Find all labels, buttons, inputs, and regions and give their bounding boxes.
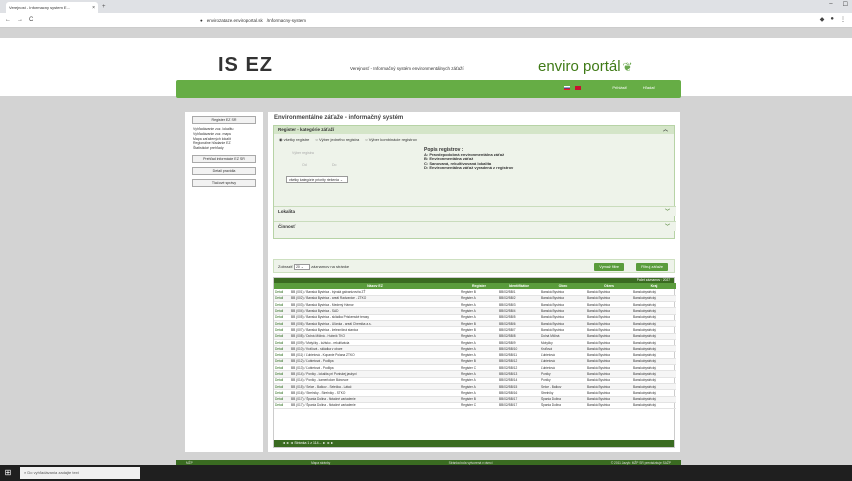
radio-combo-label: Výber kombinácie registrov	[368, 137, 417, 142]
table-cell: Špania Dolina	[540, 402, 586, 410]
url-path: /Informacny-system	[266, 18, 307, 23]
site-subtitle: Verejnosť - Informačný systém environmen…	[350, 66, 464, 71]
login-link[interactable]: Prihlásiť	[612, 85, 627, 90]
browser-tab-strip: Verejnost - Informacny system E... × + –…	[0, 0, 852, 13]
chevron-up-icon[interactable]: ︿	[663, 126, 668, 133]
chevron-down-icon[interactable]: ﹀	[665, 223, 670, 230]
radio-one[interactable]: ○ Výber jedného registra	[315, 137, 359, 142]
page-size-select[interactable]: 20 ⌄	[293, 264, 310, 270]
search-link[interactable]: Hľadať	[643, 85, 655, 90]
minimize-icon[interactable]: –	[829, 1, 832, 8]
green-nav-bar: Prihlásiť Hľadať	[176, 80, 681, 98]
page-size-suffix: záznamov na stránke	[311, 264, 350, 270]
sidebar: Register EZ SR Vyhľadávanie zoz. lokalit…	[185, 112, 263, 452]
tab-title: Verejnost - Informacny system E...	[9, 5, 70, 10]
taskbar: ⊞ ⌕ Do vyhľadávania zadajte text	[0, 465, 852, 481]
pagination[interactable]: ◄◄ ◄ Stránka 1 z 114... ► ►►	[274, 440, 674, 447]
close-tab-icon[interactable]: ×	[92, 5, 95, 11]
taskbar-search[interactable]: ⌕ Do vyhľadávania zadajte text	[20, 467, 140, 479]
radio-all-label: všetky registre	[283, 137, 310, 142]
filter-header-label: Register - kategórie záťaží	[278, 127, 335, 132]
nav-buttons: ← → C	[0, 17, 33, 23]
page-size-value: 20	[295, 265, 300, 269]
register-select-placeholder: Výber registra	[292, 151, 314, 155]
filter-header[interactable]: Register - kategórie záťaží ︿	[274, 126, 674, 134]
taskbar-search-text: Do vyhľadávania zadajte text	[27, 470, 79, 475]
sidebar-button[interactable]: Prehľad informácie EZ SR	[192, 154, 256, 163]
table-cell: Banskobystrický	[632, 402, 676, 410]
address-bar: ← → C ● envirozataze.enviroportal.sk/Inf…	[0, 13, 852, 28]
browser-actions: ◆ ● ⋮	[820, 16, 846, 23]
table-cell: Banská Bystrica	[586, 402, 632, 410]
to-placeholder: Do	[332, 163, 337, 167]
detail-link[interactable]: Detail	[274, 402, 290, 410]
results-table: Počet záznamov : 2027 Názov EZ Register Id…	[273, 277, 676, 448]
enviroportal-text: enviro portál	[538, 58, 621, 75]
table-body: Detail BB (001) / Banská Bystrica - býval…	[274, 289, 676, 410]
table-cell: BB (017) / Špania Dolina - flotačné zari…	[290, 402, 460, 410]
search-icon: ⌕	[24, 470, 27, 475]
priority-select[interactable]: všetky kategórie priority riešenia ⌄	[286, 176, 348, 183]
radio-one-label: Výber jedného registra	[318, 137, 360, 142]
priority-select-value: všetky kategórie priority riešenia	[289, 178, 339, 182]
back-icon[interactable]: ←	[5, 17, 11, 23]
sidebar-button[interactable]: Detail pravidla	[192, 166, 256, 175]
url-host: envirozataze.enviroportal.sk	[206, 18, 263, 23]
url-field[interactable]: ● envirozataze.enviroportal.sk/Informacn…	[200, 16, 670, 25]
page-size-prefix: Zobraziť	[278, 264, 293, 270]
leaf-icon: ❦	[622, 59, 633, 74]
register-button[interactable]: Register EZ SR	[192, 116, 256, 124]
cinnost-section[interactable]: Činnosť ﹀	[274, 221, 676, 231]
table-cell: BB/02/BB/17	[498, 402, 540, 410]
page-size-bar: Zobraziť 20 ⌄ záznamov na stránke Vymaž …	[273, 259, 675, 273]
window-controls: – ☐	[829, 1, 848, 8]
sidebar-link[interactable]: Štatistické prehľady	[185, 146, 263, 151]
clear-filters-button[interactable]: Vymaž filtre	[594, 263, 624, 271]
menu-icon[interactable]: ⋮	[840, 16, 846, 23]
filter-panel: Register - kategórie záťaží ︿ ◉ všetky r…	[273, 125, 676, 239]
browser-tab[interactable]: Verejnost - Informacny system E... ×	[6, 2, 98, 13]
table-row[interactable]: Detail BB (017) / Špania Dolina - flotačn…	[274, 402, 676, 410]
flag-sk-icon[interactable]	[564, 86, 570, 90]
new-tab-button[interactable]: +	[102, 2, 106, 13]
lock-icon: ●	[200, 18, 203, 23]
language-flags	[564, 86, 581, 90]
enviroportal-logo[interactable]: enviro portál ❦	[538, 58, 633, 75]
maximize-icon[interactable]: ☐	[843, 1, 848, 8]
forward-icon[interactable]: →	[17, 17, 23, 23]
profile-icon[interactable]: ●	[830, 16, 834, 23]
sidebar-button[interactable]: Tlačové správy	[192, 178, 256, 187]
register-radios: ◉ všetky registre ○ Výber jedného regist…	[274, 134, 674, 145]
lokalita-section[interactable]: Lokalita ﹀	[274, 206, 676, 216]
main-content: Environmentálne záťaže - informačný syst…	[268, 112, 680, 452]
legend-item: D: Environmentálna záťaž vyradená z regi…	[424, 165, 514, 171]
radio-all[interactable]: ◉ všetky registre	[279, 137, 309, 142]
register-legend: Popis registrov : A: Pravdepodobná envir…	[424, 148, 513, 171]
site-logo[interactable]: IS EZ	[218, 54, 273, 77]
lokalita-label: Lokalita	[278, 209, 296, 214]
flag-en-icon[interactable]	[575, 86, 581, 90]
table-cell: Register C	[460, 402, 498, 410]
sidebar-links: Vyhľadávanie zoz. lokalitu Vyhľadávanie …	[185, 127, 263, 151]
radio-combo[interactable]: ○ Výber kombinácie registrov	[365, 137, 417, 142]
from-placeholder: Od	[302, 163, 307, 167]
filter-button[interactable]: Filtruj záťaže	[636, 263, 668, 271]
reload-icon[interactable]: C	[29, 17, 33, 23]
page-title: Environmentálne záťaže - informačný syst…	[274, 115, 404, 121]
chevron-down-icon[interactable]: ﹀	[665, 208, 670, 215]
windows-start-icon[interactable]: ⊞	[0, 465, 16, 481]
data-table: Názov EZ Register Identifikátor Obec Okres Kr…	[274, 283, 676, 410]
cinnost-label: Činnosť	[278, 224, 296, 229]
extensions-icon[interactable]: ◆	[820, 16, 825, 23]
page: IS EZ Verejnosť - Informačný systém envi…	[0, 28, 852, 466]
